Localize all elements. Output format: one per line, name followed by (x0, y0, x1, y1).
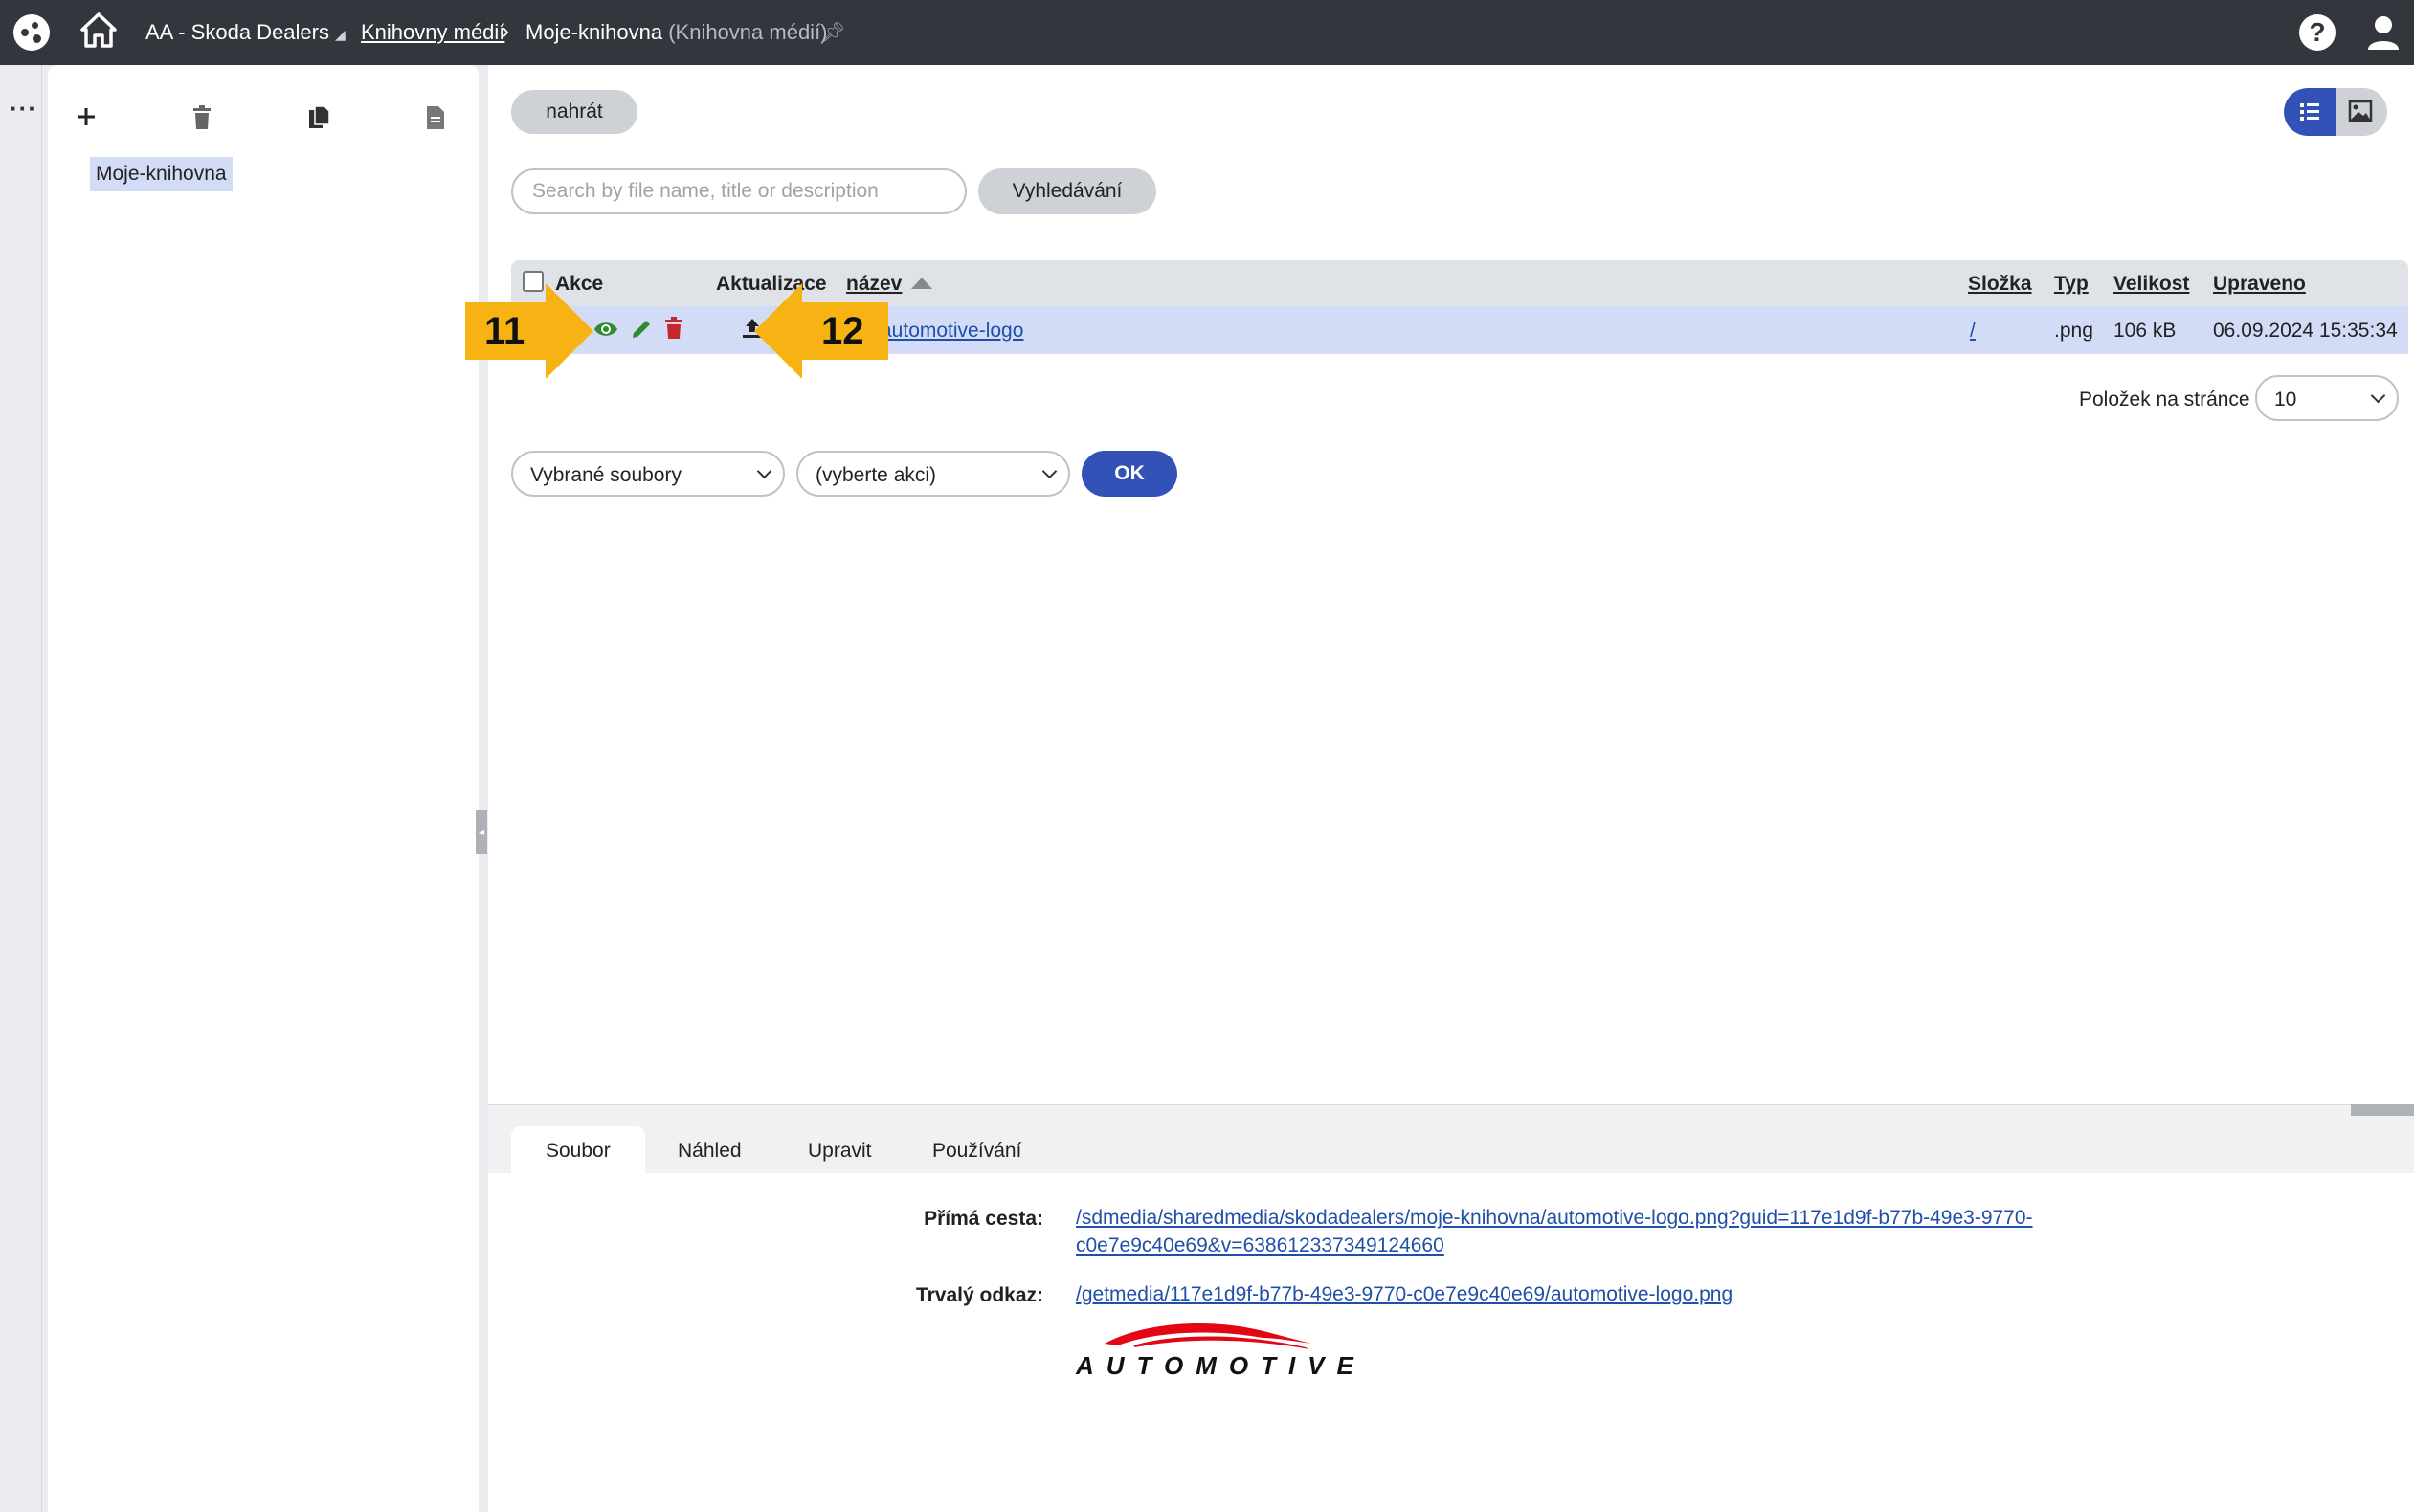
app-logo-icon[interactable] (13, 14, 50, 51)
home-icon[interactable] (80, 11, 117, 55)
permalink-link[interactable]: /getmedia/117e1d9f-b77b-49e3-9770-c0e7e9… (1076, 1280, 1732, 1308)
tab-file[interactable]: Soubor (511, 1126, 645, 1174)
image-view-icon[interactable] (2336, 88, 2387, 136)
user-icon[interactable] (2366, 13, 2401, 56)
breadcrumb-separator-icon: › (502, 18, 509, 44)
folder-tree-panel: Moje-knihovna (48, 65, 479, 1512)
chevron-down-icon (756, 463, 772, 479)
site-selector[interactable]: AA - Skoda Dealers ◢ (145, 20, 346, 45)
view-eye-icon[interactable] (593, 318, 618, 346)
trash-icon[interactable] (191, 105, 212, 135)
tab-edit[interactable]: Upravit (773, 1126, 906, 1174)
column-name[interactable]: název (846, 273, 902, 296)
left-strip: ··· (0, 65, 42, 1512)
file-type: .png (2054, 320, 2093, 342)
sort-ascending-icon (911, 278, 932, 289)
callout-arrow-left-icon (754, 283, 808, 379)
add-icon[interactable] (75, 105, 98, 133)
bulk-scope-select[interactable]: Vybrané soubory (511, 451, 785, 497)
search-button[interactable]: Vyhledávání (978, 168, 1156, 214)
help-icon[interactable]: ? (2299, 14, 2336, 51)
column-folder[interactable]: Složka (1968, 273, 2032, 296)
panel-splitter[interactable]: ◂ (476, 810, 487, 854)
callout-badge-12: 12 (806, 302, 888, 360)
callout-badge-11: 11 (465, 302, 542, 360)
top-bar: AA - Skoda Dealers ◢ Knihovny médií › Moj… (0, 0, 2414, 65)
permalink-label: Trvalý odkaz: (915, 1284, 1043, 1306)
callout-arrow-right-icon (540, 283, 593, 379)
file-details-panel: Soubor Náhled Upravit Používání Přímá ce… (488, 1104, 2414, 1512)
tab-usage[interactable]: Používání (898, 1126, 1056, 1174)
tab-preview[interactable]: Náhled (643, 1126, 776, 1174)
file-name-link[interactable]: automotive-logo (881, 320, 1023, 343)
file-modified: 06.09.2024 15:35:34 (2213, 320, 2398, 342)
copy-icon[interactable] (308, 105, 331, 135)
site-name: AA - Skoda Dealers (145, 20, 329, 44)
folder-link[interactable]: / (1970, 320, 1976, 343)
list-view-icon[interactable] (2284, 88, 2336, 136)
column-modified[interactable]: Upraveno (2213, 273, 2306, 296)
ok-button[interactable]: OK (1082, 451, 1177, 497)
direct-path-link[interactable]: /sdmedia/sharedmedia/skodadealers/moje-k… (1076, 1204, 2033, 1259)
column-type[interactable]: Typ (2054, 273, 2089, 296)
logo-wordmark: AUTOMOTIVE (1076, 1351, 1366, 1380)
pin-icon[interactable]: 📌︎ (821, 20, 845, 44)
column-size[interactable]: Velikost (2113, 273, 2189, 296)
upload-button[interactable]: nahrát (511, 90, 637, 134)
search-input[interactable] (511, 168, 967, 214)
collapse-handle[interactable] (2351, 1104, 2414, 1116)
caret-down-icon: ◢ (334, 27, 346, 42)
document-icon[interactable] (425, 105, 446, 135)
bulk-action-select[interactable]: (vyberte akci) (796, 451, 1070, 497)
edit-pencil-icon[interactable] (630, 318, 653, 346)
page-size-select[interactable]: 10 (2255, 375, 2399, 421)
delete-icon[interactable] (664, 317, 683, 345)
chevron-down-icon (1041, 463, 1058, 479)
details-tabbar: Soubor Náhled Upravit Používání (488, 1104, 2414, 1174)
view-toggle (2284, 88, 2387, 136)
chevron-down-icon (2370, 388, 2386, 404)
media-library-main: nahrát Vyhledávání Akce Aktualizace náze… (465, 65, 2414, 1104)
more-icon[interactable]: ··· (10, 94, 37, 123)
direct-path-label: Přímá cesta: (924, 1208, 1043, 1230)
page-size-label: Položek na stránce (2079, 389, 2250, 411)
breadcrumb-current: Moje-knihovna (Knihovna médií) (525, 20, 828, 44)
tree-node-my-library[interactable]: Moje-knihovna (90, 157, 233, 191)
automotive-logo-preview: AUTOMOTIVE (1076, 1315, 1363, 1387)
breadcrumb-media-libraries[interactable]: Knihovny médií (361, 20, 504, 45)
file-size: 106 kB (2113, 320, 2177, 342)
